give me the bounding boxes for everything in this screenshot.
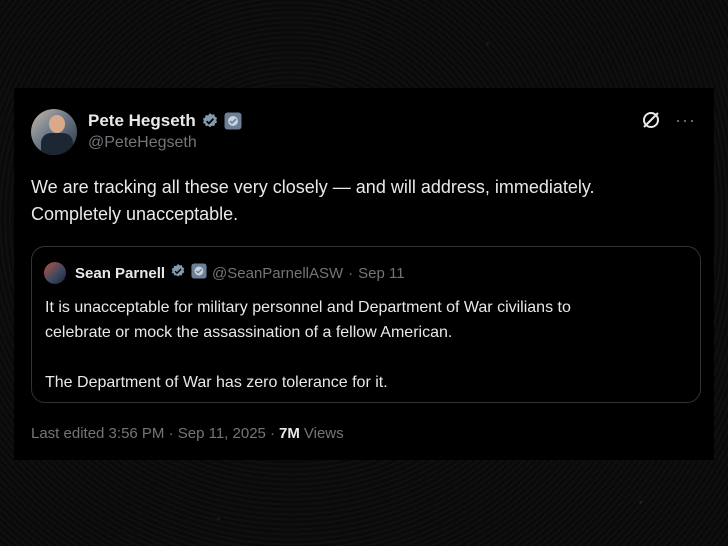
quote-date[interactable]: Sep 11 — [358, 265, 404, 282]
author-name[interactable]: Pete Hegseth — [88, 111, 196, 131]
quote-avatar[interactable] — [44, 262, 66, 284]
more-options-icon[interactable]: ··· — [675, 111, 696, 129]
gov-affiliation-icon[interactable] — [191, 263, 207, 283]
tweet-actions: ··· — [641, 110, 696, 130]
quote-text: It is unacceptable for military personne… — [45, 299, 571, 391]
author-row: Pete Hegseth — [88, 110, 242, 132]
gov-affiliation-icon[interactable] — [224, 112, 242, 130]
verified-badge-icon — [201, 112, 219, 130]
views-label: Views — [303, 425, 344, 442]
quoted-tweet[interactable]: Sean Parnell @SeanParnellASW · Sep 11 It… — [31, 246, 701, 403]
tweet-card[interactable]: Pete Hegseth @PeteHegseth ··· We are tra… — [14, 88, 714, 460]
quote-author-handle[interactable]: @SeanParnellASW — [212, 265, 343, 282]
tweet-meta: Last edited 3:56 PM · Sep 11, 2025 · 7M … — [31, 425, 344, 442]
grok-icon[interactable] — [641, 110, 661, 130]
tweet-text: We are tracking all these very closely —… — [31, 177, 595, 224]
author-handle[interactable]: @PeteHegseth — [88, 134, 197, 152]
quote-separator: · — [348, 264, 354, 282]
verified-badge-icon — [170, 263, 186, 283]
quote-author-name[interactable]: Sean Parnell — [75, 265, 165, 282]
edited-timestamp[interactable]: Last edited 3:56 PM · Sep 11, 2025 · — [31, 425, 275, 442]
quote-header: Sean Parnell @SeanParnellASW · Sep 11 — [44, 262, 405, 284]
avatar[interactable] — [31, 109, 77, 155]
views-count: 7M — [279, 425, 300, 442]
